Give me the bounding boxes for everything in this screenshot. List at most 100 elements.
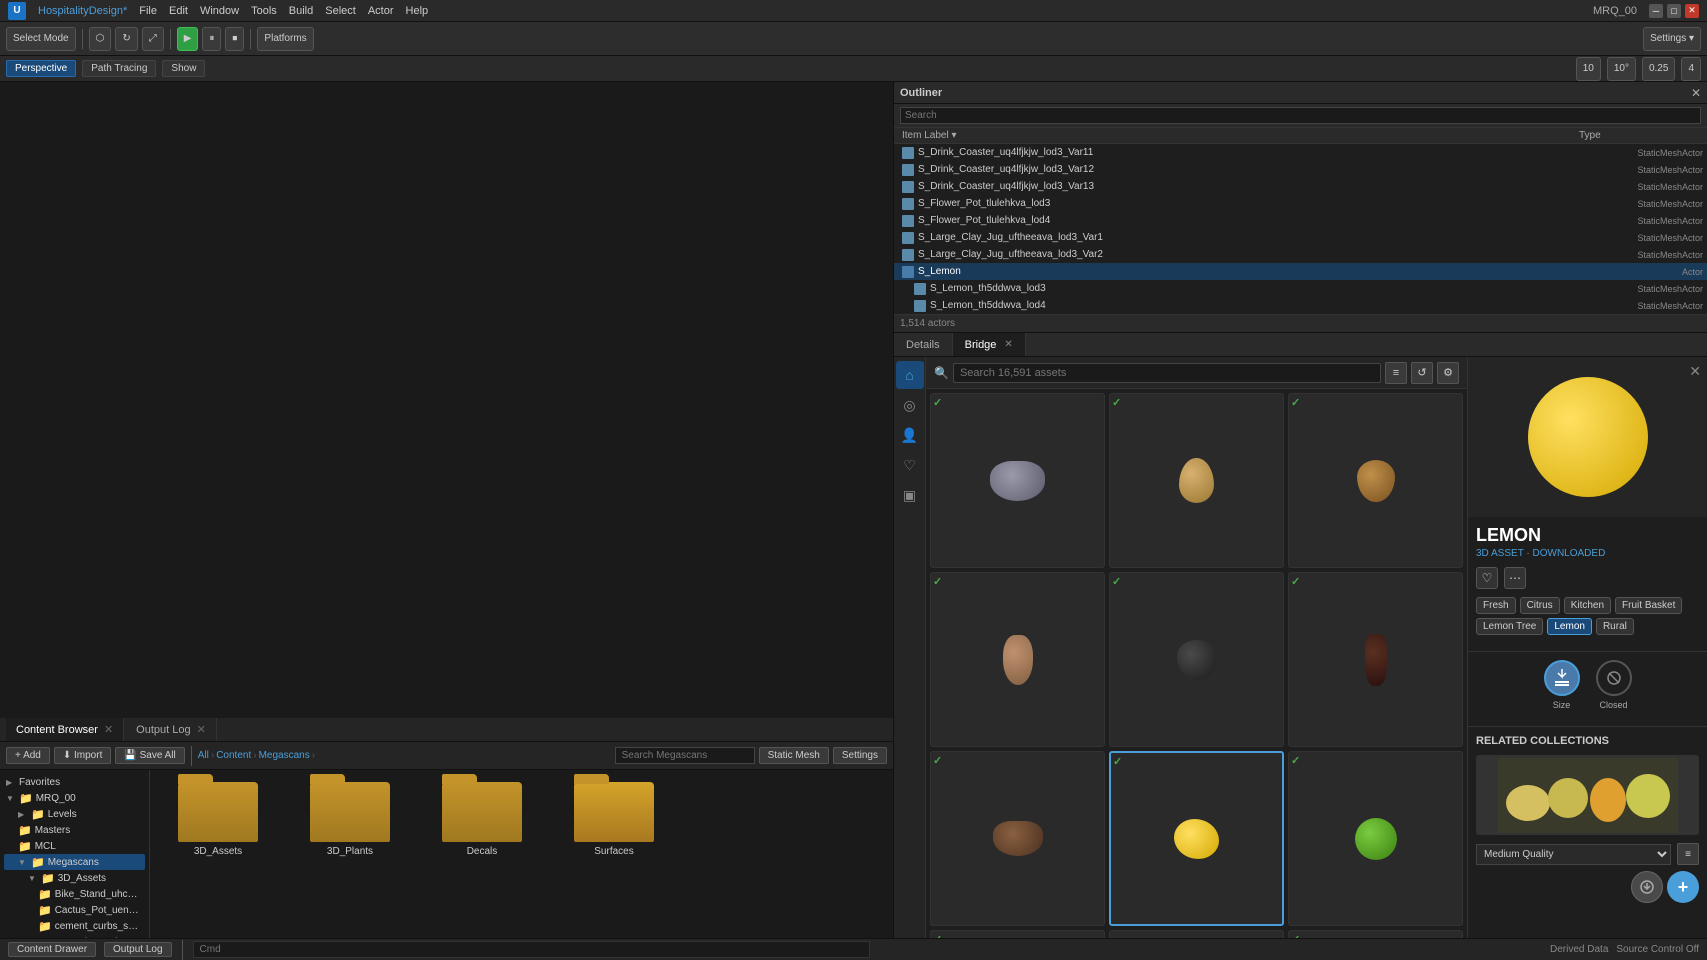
tree-mrq00[interactable]: ▼ 📁 MRQ_00 <box>4 790 145 806</box>
bridge-search-input[interactable] <box>953 363 1381 383</box>
content-settings-button[interactable]: Settings <box>833 747 887 764</box>
viewport-snap-btn[interactable]: 10 <box>1576 57 1601 81</box>
favorite-button[interactable]: ♡ <box>1476 567 1498 589</box>
menu-select[interactable]: Select <box>325 5 356 17</box>
tree-cement[interactable]: 📁 cement_curbs_small_grey_ <box>4 918 145 934</box>
maximize-button[interactable]: □ <box>1667 4 1681 18</box>
refresh-icon[interactable]: ↺ <box>1411 362 1433 384</box>
transform-btn[interactable]: ⬡ <box>89 27 112 51</box>
viewport-scale-btn[interactable]: 0.25 <box>1642 57 1675 81</box>
sidebar-monitor-icon[interactable]: ▣ <box>896 481 924 509</box>
bridge-tab[interactable]: Bridge ✕ <box>953 333 1026 356</box>
details-tab[interactable]: Details <box>894 333 953 356</box>
output-log-button[interactable]: Output Log <box>104 942 171 957</box>
sidebar-home-icon[interactable]: ⌂ <box>896 361 924 389</box>
content-tab-close[interactable]: ✕ <box>104 723 113 736</box>
asset-cell-7[interactable]: ✓ <box>1109 751 1284 926</box>
tag-lemon[interactable]: Lemon <box>1547 618 1592 635</box>
folder-surfaces[interactable]: Surfaces <box>554 778 674 861</box>
more-options-button[interactable]: ⋯ <box>1504 567 1526 589</box>
platforms-button[interactable]: Platforms <box>257 27 313 51</box>
outliner-row-0[interactable]: S_Drink_Coaster_uq4lfjkjw_lod3_Var11 Sta… <box>894 144 1707 161</box>
menu-tools[interactable]: Tools <box>251 5 277 17</box>
perspective-tab[interactable]: Perspective <box>6 60 76 77</box>
tag-lemon-tree[interactable]: Lemon Tree <box>1476 618 1543 635</box>
asset-cell-4[interactable]: ✓ <box>1109 572 1284 747</box>
outliner-row-3[interactable]: S_Flower_Pot_tlulehkva_lod3 StaticMeshAc… <box>894 195 1707 212</box>
menu-window[interactable]: Window <box>200 5 239 17</box>
output-log-tab[interactable]: Output Log ✕ <box>126 718 217 741</box>
asset-cell-10[interactable] <box>1109 930 1284 938</box>
outliner-row-2[interactable]: S_Drink_Coaster_uq4lfjkjw_lod3_Var13 Sta… <box>894 178 1707 195</box>
outliner-search-input[interactable] <box>900 107 1701 124</box>
viewport-rot-btn[interactable]: 10° <box>1607 57 1636 81</box>
quality-options-button[interactable]: ≡ <box>1677 843 1699 865</box>
tree-cactus-pot[interactable]: 📁 Cactus_Pot_uenkewvfa <box>4 902 145 918</box>
sidebar-person-icon[interactable]: 👤 <box>896 421 924 449</box>
asset-cell-2[interactable]: ✓ <box>1288 393 1463 568</box>
scale-btn[interactable]: ⤢ <box>142 27 164 51</box>
save-all-button[interactable]: 💾 Save All <box>115 747 184 764</box>
tree-mcl[interactable]: 📁 MCL <box>4 838 145 854</box>
import-button[interactable]: ⬇ Import <box>54 747 112 764</box>
add-to-scene-button[interactable]: + <box>1667 871 1699 903</box>
add-button[interactable]: + Add <box>6 747 50 764</box>
outliner-row-6[interactable]: S_Large_Clay_Jug_uftheeava_lod3_Var2 Sta… <box>894 246 1707 263</box>
content-browser-tab[interactable]: Content Browser ✕ <box>6 718 124 741</box>
asset-cell-1[interactable]: ✓ <box>1109 393 1284 568</box>
download-button[interactable] <box>1631 871 1663 903</box>
tag-kitchen[interactable]: Kitchen <box>1564 597 1611 614</box>
tag-rural[interactable]: Rural <box>1596 618 1634 635</box>
asset-cell-11[interactable]: ✓ <box>1288 930 1463 938</box>
settings-icon[interactable]: ⚙ <box>1437 362 1459 384</box>
outliner-row-1[interactable]: S_Drink_Coaster_uq4lfjkjw_lod3_Var12 Sta… <box>894 161 1707 178</box>
camera-btn[interactable]: 4 <box>1681 57 1701 81</box>
breadcrumb-megascans[interactable]: Megascans <box>259 750 310 761</box>
breadcrumb-all[interactable]: All <box>198 750 209 761</box>
asset-cell-3[interactable]: ✓ <box>930 572 1105 747</box>
close-button[interactable]: ✕ <box>1685 4 1699 18</box>
outliner-row-9[interactable]: S_Lemon_th5ddwva_lod4 StaticMeshActor <box>894 297 1707 314</box>
tree-bike-stand[interactable]: 📁 Bike_Stand_uhcgehnfa_3d <box>4 886 145 902</box>
menu-build[interactable]: Build <box>289 5 313 17</box>
outliner-row-4[interactable]: S_Flower_Pot_tlulehkva_lod4 StaticMeshAc… <box>894 212 1707 229</box>
play-button[interactable]: ▶ <box>177 27 199 51</box>
tree-favorites[interactable]: ▶ Favorites <box>4 774 145 790</box>
tag-citrus[interactable]: Citrus <box>1520 597 1560 614</box>
settings-button[interactable]: Settings ▾ <box>1643 27 1701 51</box>
folder-decals[interactable]: Decals <box>422 778 542 861</box>
quality-select[interactable]: Medium Quality <box>1476 844 1671 865</box>
outliner-close-button[interactable]: ✕ <box>1691 86 1701 100</box>
tree-levels[interactable]: ▶ 📁 Levels <box>4 806 145 822</box>
outliner-row-8[interactable]: S_Lemon_th5ddwva_lod3 StaticMeshActor <box>894 280 1707 297</box>
related-thumbnail[interactable] <box>1476 755 1699 835</box>
folder-3d-assets[interactable]: 3D_Assets <box>158 778 278 861</box>
tree-3d-assets[interactable]: ▼ 📁 3D_Assets <box>4 870 145 886</box>
tree-masters[interactable]: 📁 Masters <box>4 822 145 838</box>
tag-fruit-basket[interactable]: Fruit Basket <box>1615 597 1682 614</box>
menu-file[interactable]: File <box>139 5 157 17</box>
breadcrumb-content[interactable]: Content <box>216 750 251 761</box>
viewport-area[interactable]: Perspective [ Pilot Active - C_Bar ] <box>0 82 893 718</box>
filter-button[interactable]: Static Mesh <box>759 747 829 764</box>
sidebar-globe-icon[interactable]: ◎ <box>896 391 924 419</box>
pause-button[interactable]: ⏸ <box>202 27 221 51</box>
content-search-input[interactable] <box>615 747 755 764</box>
select-mode-button[interactable]: Select Mode <box>6 27 76 51</box>
tree-megascans[interactable]: ▼ 📁 Megascans <box>4 854 145 870</box>
asset-cell-6[interactable]: ✓ <box>930 751 1105 926</box>
asset-cell-0[interactable]: ✓ <box>930 393 1105 568</box>
outliner-row-7[interactable]: S_Lemon Actor <box>894 263 1707 280</box>
asset-cell-8[interactable]: ✓ <box>1288 751 1463 926</box>
output-tab-close[interactable]: ✕ <box>197 723 206 736</box>
menu-actor[interactable]: Actor <box>368 5 394 17</box>
tag-fresh[interactable]: Fresh <box>1476 597 1516 614</box>
path-tracing-tab[interactable]: Path Tracing <box>82 60 156 77</box>
asset-cell-5[interactable]: ✓ <box>1288 572 1463 747</box>
sidebar-heart-icon[interactable]: ♡ <box>896 451 924 479</box>
minimize-button[interactable]: ─ <box>1649 4 1663 18</box>
rotate-btn[interactable]: ↻ <box>115 27 137 51</box>
menu-edit[interactable]: Edit <box>169 5 188 17</box>
filter-icon[interactable]: ≡ <box>1385 362 1407 384</box>
menu-help[interactable]: Help <box>406 5 429 17</box>
